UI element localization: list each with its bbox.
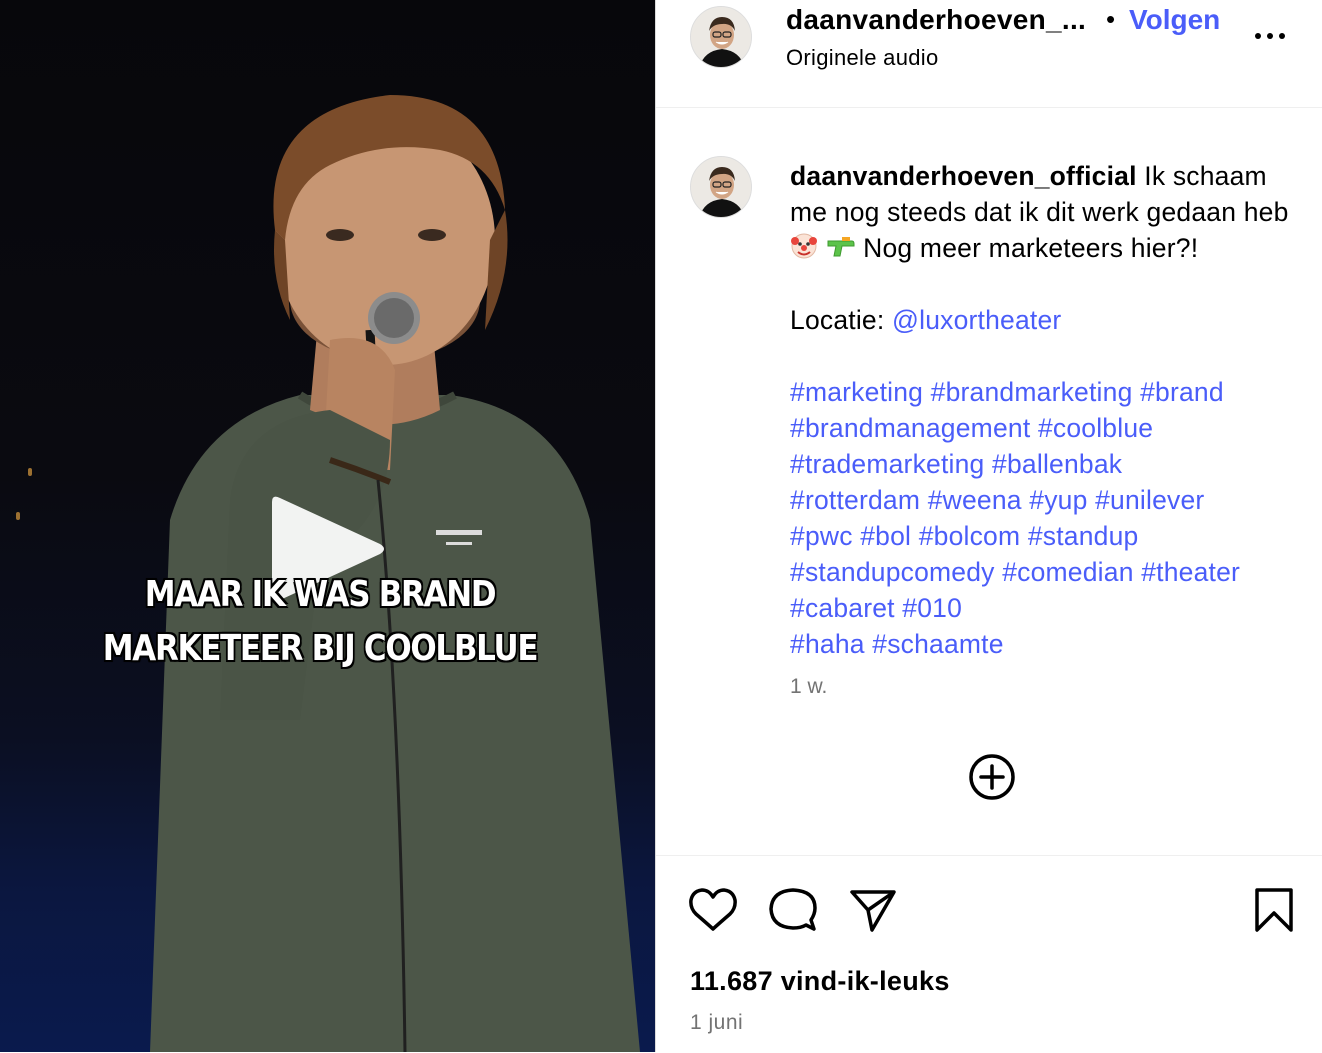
post-details-panel: daanvanderhoeven_... • Volgen Originele … [655, 0, 1322, 1052]
likes-count[interactable]: 11.687 vind-ik-leuks [690, 966, 950, 997]
post-actions: 11.687 vind-ik-leuks 1 juni [656, 855, 1322, 1053]
bookmark-icon[interactable] [1252, 886, 1296, 934]
video-caption-line1: MAAR IK WAS BRAND [144, 574, 497, 615]
location-mention-link[interactable]: @luxortheater [892, 305, 1061, 335]
post-caption: daanvanderhoeven_official Ik schaam me n… [656, 108, 1322, 853]
hashtags-line[interactable]: #pwc #bol #bolcom #standup [790, 521, 1138, 551]
username-link[interactable]: daanvanderhoeven_... [786, 4, 1086, 36]
profile-photo [691, 7, 751, 67]
avatar[interactable] [690, 156, 752, 218]
hashtags-line[interactable]: #standupcomedy #comedian #theater [790, 557, 1240, 587]
share-icon[interactable] [848, 886, 898, 934]
hashtags-line[interactable]: #trademarketing #ballenbak [790, 449, 1122, 479]
video-caption-line2: MARKETEER BIJ COOLBLUE [102, 628, 539, 669]
add-comment-icon[interactable] [968, 753, 1016, 801]
more-options-icon[interactable] [1252, 26, 1288, 46]
hashtags-line[interactable]: #cabaret #010 [790, 593, 962, 623]
video-player[interactable]: MAAR IK WAS BRAND MARKETEER BIJ COOLBLUE [0, 0, 655, 1052]
caption-username[interactable]: daanvanderhoeven_official [790, 161, 1137, 191]
post-date: 1 juni [690, 1011, 744, 1034]
avatar[interactable] [690, 6, 752, 68]
water-pistol-icon [827, 237, 855, 257]
caption-text: daanvanderhoeven_official Ik schaam me n… [790, 158, 1300, 662]
heart-icon[interactable] [688, 886, 738, 934]
comment-icon[interactable] [768, 886, 818, 934]
post-header: daanvanderhoeven_... • Volgen Originele … [656, 0, 1322, 108]
follow-button[interactable]: Volgen [1129, 4, 1220, 36]
hashtags-line[interactable]: #rotterdam #weena #yup #unilever [790, 485, 1204, 515]
clown-face-icon [791, 233, 817, 259]
hashtags-line[interactable]: #marketing #brandmarketing #brand [790, 377, 1224, 407]
caption-text-part2: Nog meer marketeers hier?! [863, 233, 1199, 263]
location-label: Locatie: [790, 305, 885, 335]
profile-photo [691, 157, 751, 217]
caption-timestamp: 1 w. [790, 675, 828, 698]
audio-link[interactable]: Originele audio [786, 45, 938, 71]
separator-dot: • [1106, 4, 1116, 34]
hashtags-line[interactable]: #brandmanagement #coolblue [790, 413, 1153, 443]
hashtags-line[interactable]: #haha #schaamte [790, 629, 1004, 659]
